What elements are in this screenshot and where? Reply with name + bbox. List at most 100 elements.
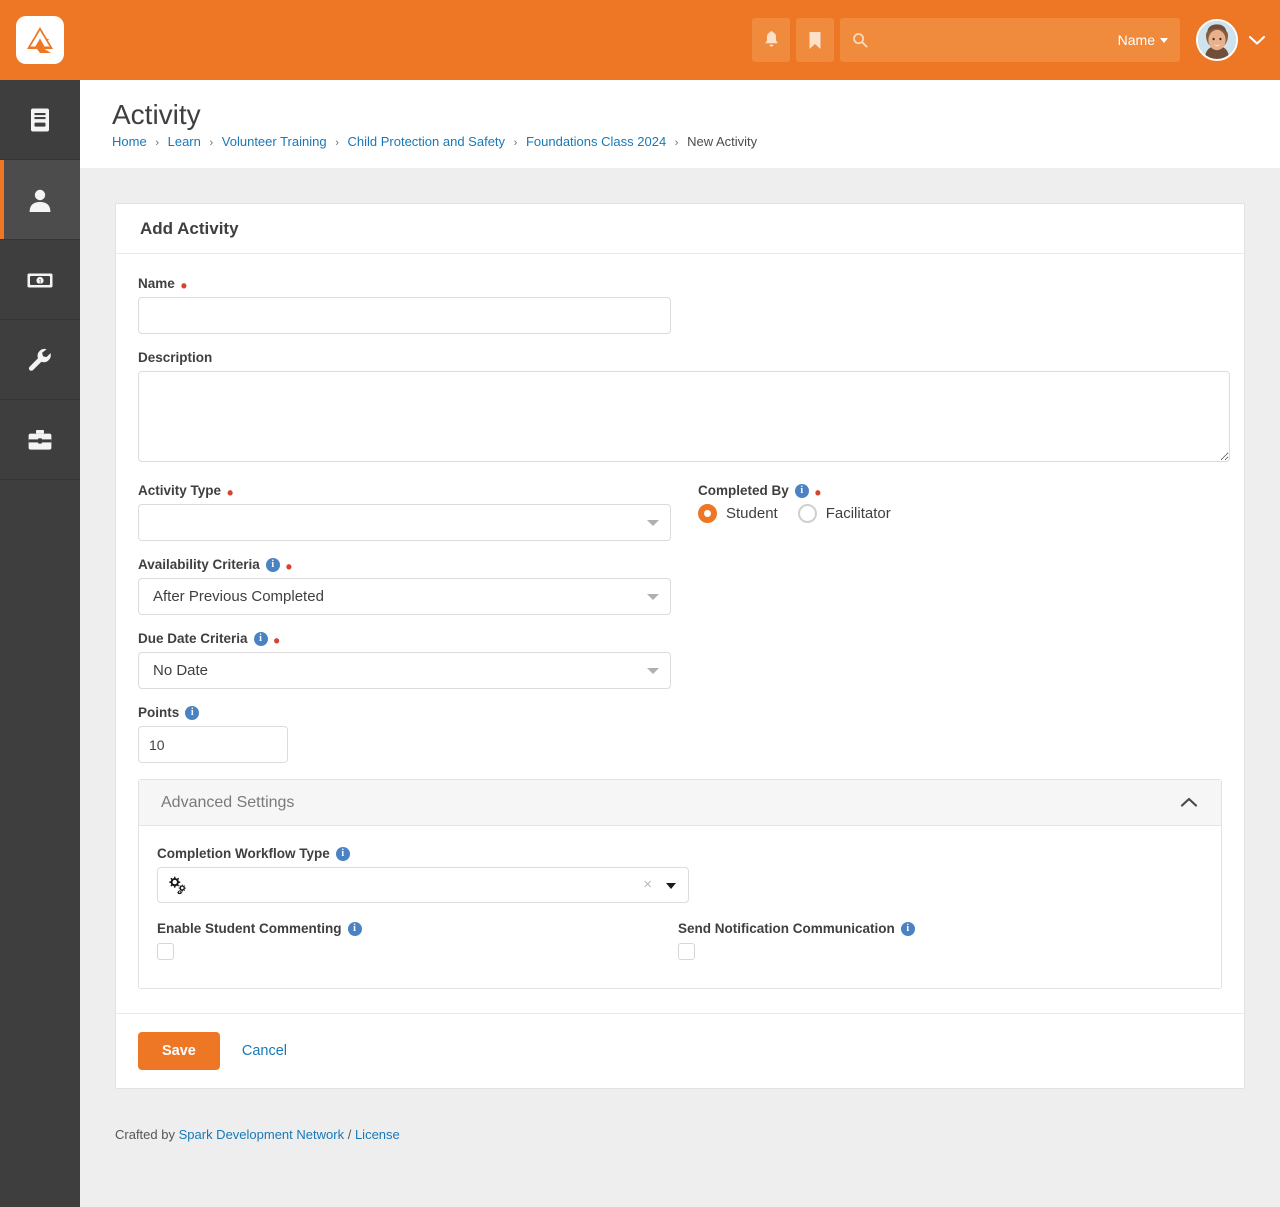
due-date-criteria-select-value[interactable]: No Date (138, 652, 671, 689)
breadcrumb-item-volunteer-training[interactable]: Volunteer Training (222, 134, 327, 149)
top-header: Name (0, 0, 1280, 80)
breadcrumb-item-learn[interactable]: Learn (168, 134, 201, 149)
breadcrumb-item-foundations-class-2024[interactable]: Foundations Class 2024 (526, 134, 666, 149)
user-menu-button[interactable] (1248, 34, 1266, 46)
footer-org-link[interactable]: Spark Development Network (179, 1127, 344, 1142)
due-date-criteria-select[interactable]: No Date (138, 652, 671, 689)
advanced-settings-toggle[interactable] (1179, 796, 1199, 809)
search-bar[interactable]: Name (840, 18, 1180, 62)
due-date-criteria-label: Due Date Criteria i • (138, 630, 671, 651)
advanced-checkbox-row: Enable Student Commenting i Send Notific… (157, 921, 1199, 960)
radio-option-student[interactable]: Student (698, 504, 778, 523)
info-icon[interactable]: i (335, 846, 350, 861)
content-area: Add Activity Name • Description Activity… (80, 168, 1280, 1207)
radio-label-student: Student (726, 505, 778, 522)
required-indicator: • (273, 630, 280, 651)
search-scope-dropdown[interactable]: Name (1118, 32, 1168, 48)
due-date-criteria-label-text: Due Date Criteria (138, 631, 248, 646)
completion-workflow-type-select[interactable]: × (157, 867, 689, 903)
avatar[interactable] (1196, 19, 1238, 61)
completed-by-label: Completed By i • (698, 483, 1222, 502)
completed-by-label-text: Completed By (698, 483, 789, 498)
bookmark-icon (809, 31, 821, 49)
save-button[interactable]: Save (138, 1032, 220, 1070)
caret-down-icon[interactable] (666, 883, 676, 889)
footer-credit: Crafted by Spark Development Network / L… (115, 1127, 1280, 1142)
breadcrumb-separator: › (335, 137, 339, 149)
cancel-button[interactable]: Cancel (242, 1043, 287, 1059)
activity-type-label-text: Activity Type (138, 483, 222, 498)
info-icon[interactable]: i (185, 705, 200, 720)
activity-type-select-value[interactable] (138, 504, 671, 541)
add-activity-panel: Add Activity Name • Description Activity… (115, 203, 1245, 1089)
points-label-text: Points (138, 705, 180, 720)
completed-by-radio-group: Student Facilitator (698, 504, 1222, 523)
info-icon[interactable]: i (900, 921, 915, 936)
description-label: Description (138, 350, 1222, 365)
description-label-text: Description (138, 350, 213, 365)
radio-indicator-student[interactable] (698, 504, 717, 523)
breadcrumb-item-child-protection-and-safety[interactable]: Child Protection and Safety (348, 134, 506, 149)
enable-student-commenting-checkbox[interactable] (157, 943, 174, 960)
completion-workflow-type-label: Completion Workflow Type i (157, 846, 1199, 861)
availability-criteria-label: Availability Criteria i • (138, 556, 671, 577)
radio-indicator-facilitator[interactable] (797, 504, 817, 523)
availability-criteria-select-value[interactable]: After Previous Completed (138, 578, 671, 615)
availability-criteria-label-text: Availability Criteria (138, 557, 260, 572)
activity-type-label: Activity Type • (138, 482, 671, 503)
completed-by-field-group: Completed By i • Student Facilitator (698, 483, 1222, 523)
description-textarea[interactable] (138, 371, 1230, 462)
chevron-up-icon (1180, 797, 1198, 807)
footer-license-link[interactable]: License (355, 1127, 400, 1142)
advanced-settings-header[interactable]: Advanced Settings (139, 780, 1221, 826)
breadcrumb-separator: › (674, 137, 679, 149)
person-icon (29, 189, 51, 212)
radio-label-facilitator: Facilitator (825, 505, 891, 522)
breadcrumb: Home › Learn › Volunteer Training › Chil… (112, 134, 1280, 149)
points-input[interactable] (138, 726, 288, 763)
completion-workflow-type-field-group: Completion Workflow Type i × (157, 846, 1199, 903)
info-icon[interactable]: i (794, 483, 809, 498)
required-indicator: • (285, 556, 293, 577)
activity-type-row: Activity Type • Completed By i • Student… (138, 483, 1222, 557)
radio-option-facilitator[interactable]: Facilitator (797, 504, 891, 523)
notifications-button[interactable] (752, 18, 790, 62)
rock-logo[interactable] (16, 16, 64, 64)
required-indicator: • (227, 482, 234, 503)
name-input[interactable] (138, 297, 671, 334)
panel-title: Add Activity (140, 218, 239, 238)
info-icon[interactable]: i (347, 921, 362, 936)
sidebar-item-people[interactable] (0, 160, 80, 240)
wrench-icon (28, 348, 51, 371)
sidebar-item-tools[interactable] (0, 400, 80, 480)
breadcrumb-item-home[interactable]: Home (112, 134, 147, 149)
sidebar-item-cms[interactable] (0, 80, 80, 160)
panel-footer: Save Cancel (116, 1013, 1244, 1088)
sidebar-item-admin-tools[interactable] (0, 320, 80, 400)
breadcrumb-separator: › (155, 137, 159, 149)
send-notification-communication-checkbox[interactable] (678, 943, 695, 960)
breadcrumb-separator: › (513, 137, 518, 149)
enable-student-commenting-label-text: Enable Student Commenting (157, 921, 342, 936)
info-icon[interactable]: i (253, 631, 268, 646)
page-title: Activity (112, 99, 201, 130)
briefcase-icon (28, 429, 52, 450)
footer-divider: / (347, 1127, 352, 1142)
search-input[interactable] (876, 31, 1118, 49)
name-field-group: Name • (138, 276, 671, 334)
send-notification-communication-label: Send Notification Communication i (678, 921, 1199, 936)
advanced-settings-panel: Advanced Settings Completion Workflow Ty… (138, 779, 1222, 989)
clear-x-icon[interactable]: × (643, 877, 652, 893)
activity-type-select[interactable] (138, 504, 671, 541)
availability-criteria-select[interactable]: After Previous Completed (138, 578, 671, 615)
panel-header: Add Activity (116, 204, 1244, 254)
name-label-text: Name (138, 276, 175, 291)
name-label: Name • (138, 276, 671, 295)
points-field-group: Points i (138, 705, 1222, 763)
bookmarks-button[interactable] (796, 18, 834, 62)
completion-workflow-type-label-text: Completion Workflow Type (157, 846, 330, 861)
chevron-down-icon (1248, 35, 1266, 45)
sidebar-item-finance[interactable]: 1 (0, 240, 80, 320)
search-icon (853, 33, 868, 48)
info-icon[interactable]: i (265, 557, 280, 572)
